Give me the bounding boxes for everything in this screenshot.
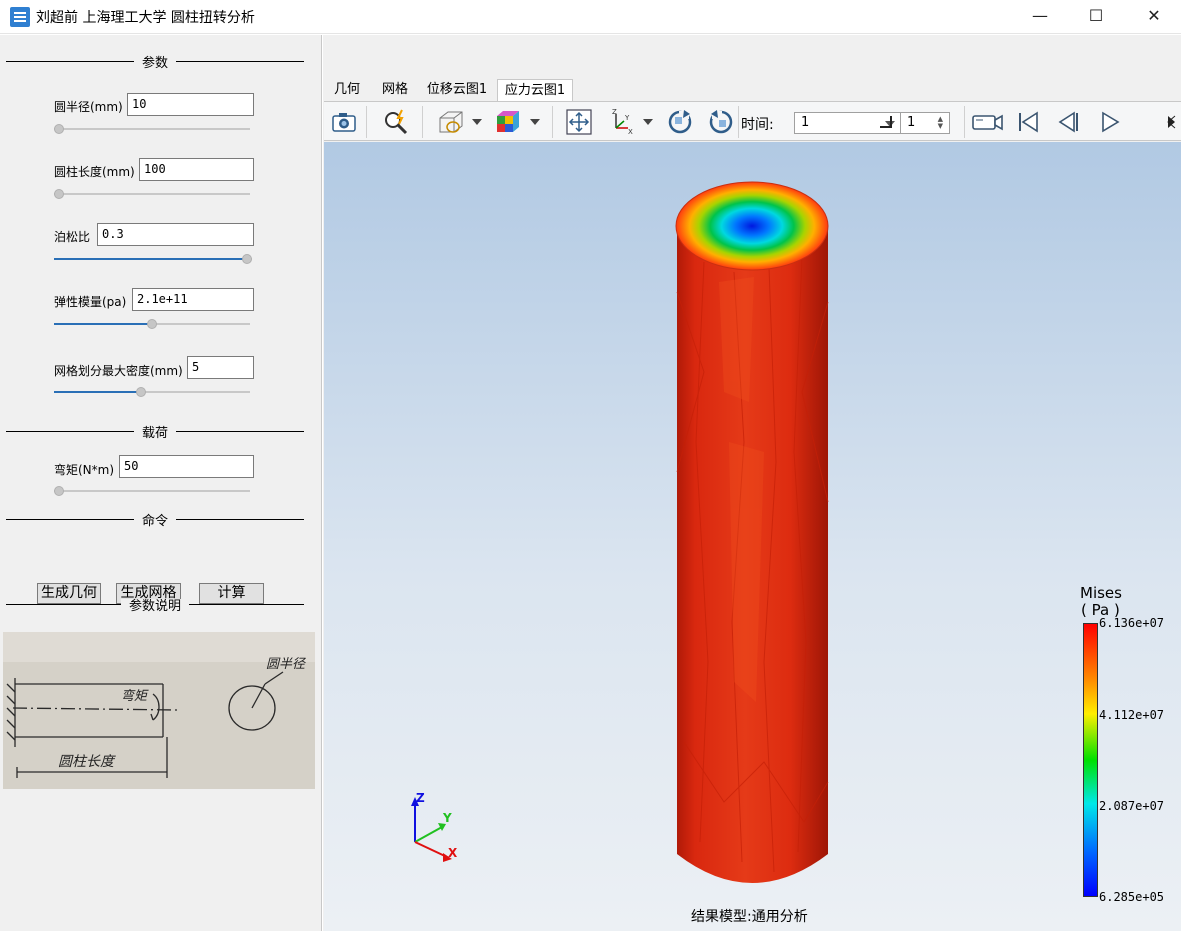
length-label: 圆柱长度(mm) — [54, 165, 135, 179]
zoom-magnifier-icon[interactable] — [382, 108, 410, 136]
play-icon[interactable] — [1096, 108, 1124, 136]
legend-value-2: 4.112e+07 — [1099, 708, 1165, 722]
axis-triad: Z Y X — [411, 791, 458, 862]
slider-thumb[interactable] — [54, 486, 64, 496]
result-area: 几何 网格 位移云图1 应力云图1 ZYX 时间: 1 1 ▲ ▼ Z Y X … — [323, 35, 1181, 931]
time-select-value: 1 — [801, 115, 810, 130]
length-slider[interactable] — [54, 188, 250, 200]
maximize-button[interactable]: ☐ — [1073, 0, 1119, 34]
sketch-torque-text: 弯矩 — [121, 688, 149, 704]
legend-title: Mises — [1080, 584, 1122, 602]
toolbar-separator — [422, 106, 423, 138]
time-label: 时间: — [741, 117, 774, 133]
svg-text:Z: Z — [612, 108, 617, 116]
step-spinbox-value: 1 — [907, 115, 916, 130]
app-icon — [10, 7, 30, 27]
minimize-button[interactable]: — — [1017, 0, 1063, 34]
poisson-slider[interactable] — [54, 253, 252, 265]
svg-text:X: X — [628, 128, 633, 136]
radius-slider[interactable] — [54, 123, 250, 135]
model-caption: 结果模型:通用分析 — [691, 909, 808, 925]
length-input[interactable]: 100 — [139, 158, 254, 181]
mesh-density-label: 网格划分最大密度(mm) — [54, 364, 183, 378]
fit-view-icon[interactable] — [565, 108, 593, 136]
slider-thumb[interactable] — [54, 189, 64, 199]
reset-rotation-icon[interactable] — [707, 108, 735, 136]
previous-frame-icon[interactable] — [1055, 108, 1083, 136]
legend-value-3: 2.087e+07 — [1099, 799, 1165, 813]
sketch-radius-text: 圆半径 — [266, 657, 306, 672]
slider-thumb[interactable] — [147, 319, 157, 329]
sketch-drawing: 弯矩 圆柱长度 圆半径 — [3, 632, 315, 789]
toolbar-overflow-icon[interactable] — [1164, 108, 1180, 136]
record-video-icon[interactable] — [971, 108, 1005, 136]
parameter-sketch-image: 弯矩 圆柱长度 圆半径 — [3, 632, 315, 789]
tab-displacement-contour[interactable]: 位移云图1 — [423, 79, 491, 101]
modulus-input[interactable]: 2.1e+11 — [132, 288, 254, 311]
chevron-down-icon[interactable] — [643, 119, 653, 125]
torque-input[interactable]: 50 — [119, 455, 254, 478]
slider-thumb[interactable] — [242, 254, 252, 264]
toolbar-separator — [552, 106, 553, 138]
mesh-density-slider[interactable] — [54, 386, 250, 398]
first-frame-icon[interactable] — [1014, 108, 1042, 136]
radius-input[interactable]: 10 — [127, 93, 254, 116]
chevron-down-icon[interactable] — [530, 119, 540, 125]
legend-min-value: 6.285e+05 — [1099, 890, 1165, 904]
axis-orientation-icon[interactable]: ZYX — [608, 108, 636, 136]
legend-color-bar — [1083, 623, 1098, 897]
slider-thumb[interactable] — [136, 387, 146, 397]
view-toolbar: ZYX 时间: 1 1 ▲ ▼ — [324, 101, 1181, 141]
slider-thumb[interactable] — [54, 124, 64, 134]
axis-z-label: Z — [416, 791, 425, 805]
description-heading: 参数说明 — [120, 599, 189, 614]
load-section-header: 载荷 — [6, 422, 304, 441]
3d-viewport[interactable]: Z Y X Mises ( Pa ) 6.136e+07 4.112e+07 2… — [324, 142, 1181, 931]
torque-label: 弯矩(N*m) — [54, 463, 115, 477]
step-spinbox[interactable]: 1 ▲ ▼ — [900, 112, 950, 134]
poisson-input[interactable]: 0.3 — [97, 223, 254, 246]
cylinder-top-cap — [676, 182, 828, 270]
mesh-density-input[interactable]: 5 — [187, 356, 254, 379]
parameter-panel: 参数 圆半径(mm) 10 圆柱长度(mm) 100 泊松比 0.3 弹性模量(… — [0, 35, 322, 931]
toolbar-separator — [366, 106, 367, 138]
window-title: 刘超前 上海理工大学 圆柱扭转分析 — [36, 10, 255, 26]
svg-text:Y: Y — [624, 114, 630, 122]
tab-geometry[interactable]: 几何 — [326, 79, 368, 101]
radius-label: 圆半径(mm) — [54, 100, 123, 114]
display-mode-box-icon[interactable] — [436, 108, 464, 136]
axis-y-label: Y — [442, 811, 452, 825]
toolbar-separator — [964, 106, 965, 138]
spin-arrows-icon[interactable]: ▲ ▼ — [938, 116, 943, 130]
modulus-slider[interactable] — [54, 318, 250, 330]
legend-max-value: 6.136e+07 — [1099, 616, 1165, 630]
command-section-header: 命令 — [6, 510, 304, 529]
chevron-down-icon[interactable] — [472, 119, 482, 125]
params-heading: 参数 — [133, 56, 176, 71]
rotate-view-icon[interactable] — [666, 108, 694, 136]
stress-model-render: Z Y X — [411, 181, 829, 883]
tab-stress-contour[interactable]: 应力云图1 — [497, 79, 573, 101]
title-bar: 刘超前 上海理工大学 圆柱扭转分析 — ☐ ✕ — [0, 0, 1181, 34]
load-heading: 载荷 — [133, 426, 176, 441]
close-button[interactable]: ✕ — [1131, 0, 1177, 34]
axis-x-label: X — [448, 846, 458, 860]
sketch-length-text: 圆柱长度 — [58, 754, 116, 770]
params-section-header: 参数 — [6, 52, 304, 71]
tab-mesh[interactable]: 网格 — [373, 79, 417, 101]
torque-slider[interactable] — [54, 485, 250, 497]
description-section-header: 参数说明 — [6, 595, 304, 614]
toolbar-separator — [738, 106, 739, 138]
color-map-cube-icon[interactable] — [494, 108, 522, 136]
screenshot-camera-icon[interactable] — [330, 108, 358, 136]
command-heading: 命令 — [133, 514, 176, 529]
modulus-label: 弹性模量(pa) — [54, 295, 127, 309]
step-corner-icon — [880, 116, 892, 128]
poisson-label: 泊松比 — [54, 230, 91, 244]
